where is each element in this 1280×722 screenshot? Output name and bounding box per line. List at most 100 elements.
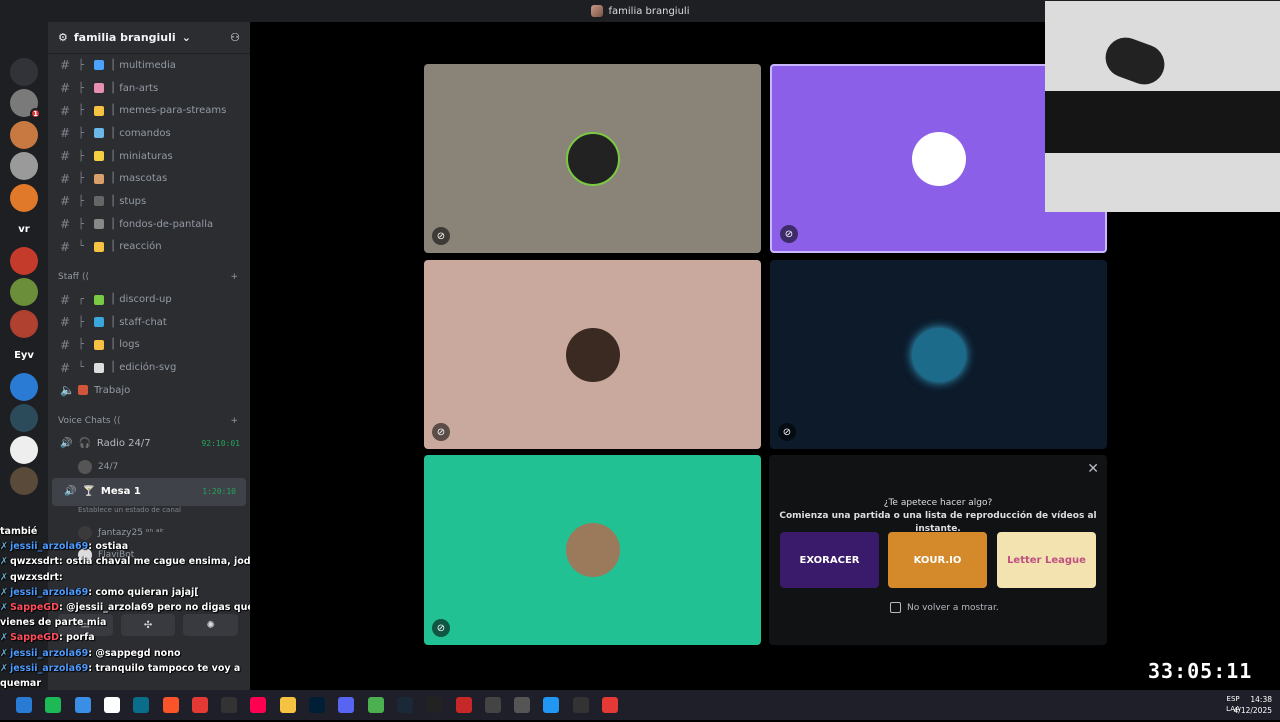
avatar [565, 523, 620, 577]
edge-icon[interactable] [74, 697, 91, 713]
notepad-icon[interactable] [103, 697, 120, 713]
channel-comandos[interactable]: # ├ │ comandos [48, 122, 250, 145]
taskbar-clock[interactable]: 14:38 4/12/2025 [1234, 694, 1272, 716]
checkbox[interactable] [890, 602, 901, 613]
channel-mascotas[interactable]: # ├ │ mascotas [48, 167, 250, 190]
epic-icon[interactable] [426, 697, 443, 713]
participant-tile[interactable]: ⊘ [424, 64, 761, 253]
chat-username: jessii_arzola69 [9, 541, 89, 553]
server-icon-discord[interactable] [10, 26, 38, 54]
channel-name: │ memes-para-streams [110, 105, 227, 117]
participant-tile[interactable]: ⊘ [770, 260, 1107, 449]
chrome-2-icon[interactable] [543, 697, 560, 713]
hash-icon: # [60, 315, 71, 330]
chat-text: : [58, 571, 63, 583]
channel-emoji-icon [94, 105, 104, 116]
participant-tile[interactable]: ⊘ [424, 455, 761, 645]
channel-emoji-icon [94, 151, 104, 162]
channel-logs[interactable]: # ├ │ logs [48, 334, 250, 357]
hash-icon: # [60, 81, 71, 96]
server-icon-server-11[interactable] [10, 467, 38, 495]
channel-emoji-icon [94, 241, 104, 252]
server-icon-server-4[interactable] [10, 183, 38, 212]
app-2-icon[interactable] [602, 697, 618, 713]
chat-text: : porfa [58, 632, 95, 644]
channel-fondos-de-pantalla[interactable]: # ├ │ fondos-de-pantalla [48, 213, 250, 236]
hash-icon: # [60, 58, 71, 73]
github-icon[interactable] [572, 697, 589, 713]
channel-reacción[interactable]: # └ │ reacción [48, 236, 250, 259]
server-icon-server-2[interactable] [10, 120, 38, 149]
server-icon-dm[interactable] [10, 57, 38, 86]
brave-icon[interactable] [162, 697, 179, 713]
channel-emoji-icon [94, 196, 104, 207]
discord-icon[interactable] [338, 697, 355, 713]
channel-emoji-icon [94, 339, 104, 350]
notification-badge: 1 [30, 108, 41, 119]
category-voice[interactable]: Voice Chats ⟨⟨ + [48, 410, 250, 432]
server-icon-server-9[interactable] [10, 404, 38, 432]
voice-user[interactable]: 24/7 [48, 456, 250, 478]
channel-multimedia[interactable]: # ├ │ multimedia [48, 54, 250, 77]
guild-header[interactable]: ⚙ familia brangiuli ⌄ ⚇ [48, 22, 250, 54]
game-exoracer[interactable]: EXORACER [780, 532, 879, 588]
chat-badge-icon: ✗ [0, 662, 8, 674]
channel-stups[interactable]: # ├ │ stups [48, 190, 250, 213]
avatar [565, 131, 620, 186]
channel-fan-arts[interactable]: # ├ │ fan-arts [48, 77, 250, 100]
chrome-icon[interactable] [367, 697, 384, 713]
add-channel-icon[interactable]: + [230, 272, 238, 282]
chat-text: vienes de parte mia [0, 617, 107, 629]
server-icon-server-8[interactable] [10, 372, 38, 401]
voice-channel-mesa[interactable]: 🔊 🍸 Mesa 1 1:20:10 [52, 477, 246, 506]
channel-staff-chat[interactable]: # ├ │ staff-chat [48, 311, 250, 334]
channel-emoji-icon [94, 128, 104, 139]
server-icon-server-7[interactable] [10, 309, 38, 338]
game-icon[interactable] [455, 697, 472, 713]
activity-text: ¿Te apetece hacer algo? Comienza una par… [769, 497, 1107, 536]
participant-tile[interactable]: ⊘ [424, 260, 761, 449]
add-channel-icon[interactable]: + [230, 416, 238, 426]
channel-edición-svg[interactable]: # └ │ edición-svg [48, 356, 250, 379]
desk-shape [1045, 91, 1280, 153]
channel-name: │ fan-arts [110, 82, 159, 94]
category-staff[interactable]: Staff ⟨⟨ + [48, 266, 250, 288]
server-icon-server-3[interactable] [10, 152, 38, 180]
game-kour[interactable]: KOUR.IO [888, 532, 987, 588]
photoshop-icon[interactable] [309, 697, 325, 713]
dont-show-again[interactable]: No volver a mostrar. [890, 602, 999, 613]
terminal-icon[interactable] [133, 697, 150, 713]
server-icon-server-5[interactable] [10, 246, 38, 275]
server-icon-server-eyv[interactable]: Eyv [10, 341, 38, 369]
files-icon[interactable] [279, 697, 296, 713]
widgets-icon[interactable] [16, 697, 32, 713]
channel-status[interactable]: Establece un estado de canal [48, 506, 250, 516]
server-icon-server-6[interactable] [10, 278, 38, 306]
steam-icon[interactable] [396, 697, 413, 713]
channel-discord-up[interactable]: # ┌ │ discord-up [48, 288, 250, 311]
staff-channel-list: # ┌ │ discord-up # ├ │ staff-chat # ├ │ logs # └ │ … [48, 288, 250, 379]
close-icon[interactable]: ✕ [1087, 461, 1099, 477]
channel-emoji-icon [94, 219, 104, 230]
add-member-icon[interactable]: ⚇ [230, 31, 240, 44]
chat-text: : @jessii_arzola69 pero no digas que [58, 602, 250, 614]
chat-badge-icon: ✗ [0, 571, 8, 583]
spotify-icon[interactable] [45, 697, 62, 713]
server-icon-server-10[interactable] [10, 435, 38, 464]
hash-icon: # [60, 171, 71, 186]
voice-channel-radio[interactable]: 🔊 🎧 Radio 24/7 92:10:01 [48, 432, 250, 456]
capcut-icon[interactable] [221, 697, 238, 713]
settings-icon[interactable] [514, 697, 531, 713]
server-icon-server-vr[interactable]: vr [10, 215, 38, 243]
channel-memes-para-streams[interactable]: # ├ │ memes-para-streams [48, 99, 250, 122]
obs-icon[interactable] [484, 697, 501, 713]
channel-miniaturas[interactable]: # ├ │ miniaturas [48, 145, 250, 168]
app-icon[interactable] [191, 697, 208, 713]
tree-connector: ├ [78, 150, 85, 162]
server-icon-server-1[interactable]: 1 [10, 89, 41, 119]
channel-trabajo[interactable]: 🔈 Trabajo [48, 379, 250, 402]
tiktok-icon[interactable] [250, 697, 267, 713]
channel-name: │ comandos [110, 127, 171, 139]
game-letter-league[interactable]: Letter League [997, 532, 1096, 588]
category-label: Voice Chats ⟨⟨ [58, 415, 121, 426]
